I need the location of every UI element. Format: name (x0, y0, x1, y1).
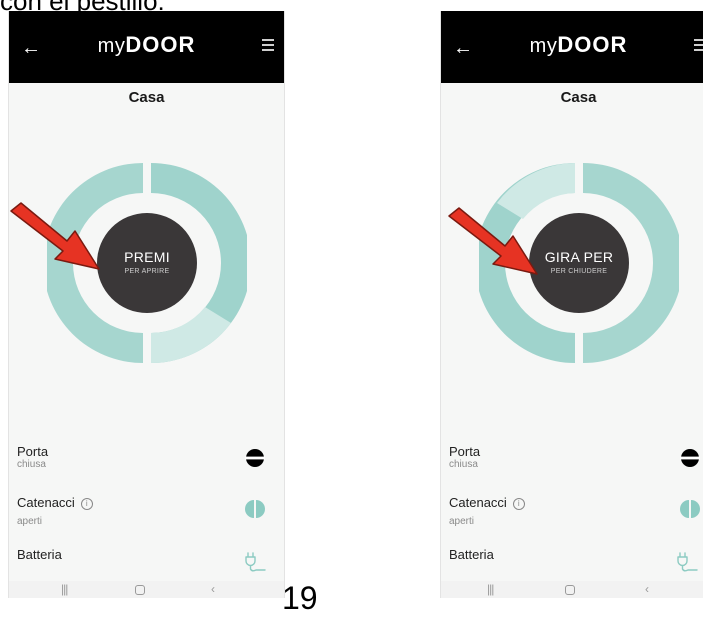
catenacci-value: aperti (17, 516, 43, 527)
system-nav-bar: ||| ‹ (9, 581, 284, 598)
recents-key[interactable]: ||| (487, 581, 494, 598)
lock-closed-icon (245, 449, 265, 467)
brand-logo: myDOOR (9, 33, 284, 58)
phone-screen-open: ← myDOOR Casa PREMI PER APRIRE Porta chi… (8, 11, 285, 598)
status-row-catenacci: Catenacci i aperti (17, 495, 284, 528)
lock-closed-icon (680, 449, 700, 467)
brand-logo: myDOOR (441, 33, 703, 58)
bolts-half-icon (245, 500, 265, 518)
brand-prefix: my (529, 35, 558, 57)
home-icon (135, 585, 145, 595)
home-key[interactable] (135, 581, 145, 598)
page-number: 19 (282, 580, 318, 616)
red-arrow-icon (10, 202, 100, 270)
batteria-label: Batteria (449, 547, 494, 562)
home-key[interactable] (565, 581, 575, 598)
back-key[interactable]: ‹ (645, 581, 649, 598)
plug-icon (677, 552, 698, 572)
recents-key[interactable]: ||| (61, 581, 68, 598)
button-sub-label: PER CHIUDERE (550, 268, 608, 275)
status-row-porta: Porta chiusa (449, 444, 703, 471)
porta-value: chiusa (449, 459, 478, 470)
catenacci-value: aperti (449, 516, 475, 527)
page-title: Casa (560, 89, 597, 106)
porta-value: chiusa (17, 459, 46, 470)
info-icon[interactable]: i (512, 497, 525, 510)
back-key[interactable]: ‹ (211, 581, 215, 598)
button-main-label: PREMI (124, 249, 170, 265)
app-bar: ← myDOOR (9, 11, 284, 83)
brand-prefix: my (97, 35, 126, 57)
button-sub-label: PER APRIRE (124, 268, 170, 275)
phone-screen-close: ← myDOOR Casa GIRA PER PER CHIUDERE Port… (440, 11, 703, 598)
catenacci-label: Catenacci (449, 495, 507, 510)
brand-name: DOOR (125, 32, 196, 57)
button-main-label: GIRA PER (544, 249, 614, 265)
status-row-porta: Porta chiusa (17, 444, 284, 471)
hamburger-menu-icon[interactable] (694, 39, 703, 51)
hamburger-menu-icon[interactable] (262, 39, 274, 51)
home-icon (565, 585, 575, 595)
porta-label: Porta (449, 444, 481, 459)
system-nav-bar: ||| ‹ (441, 581, 703, 598)
lock-button[interactable]: GIRA PER PER CHIUDERE (529, 213, 629, 313)
app-bar: ← myDOOR (441, 11, 703, 83)
status-row-batteria: Batteria (449, 547, 703, 562)
unlock-button[interactable]: PREMI PER APRIRE (97, 213, 197, 313)
status-row-catenacci: Catenacci i aperti (449, 495, 703, 528)
plug-icon (245, 552, 266, 572)
porta-label: Porta (17, 444, 49, 459)
red-arrow-icon (448, 207, 538, 275)
page-title: Casa (128, 89, 165, 106)
info-icon[interactable]: i (80, 497, 93, 510)
bolts-half-icon (680, 500, 700, 518)
catenacci-label: Catenacci (17, 495, 75, 510)
brand-name: DOOR (557, 32, 628, 57)
